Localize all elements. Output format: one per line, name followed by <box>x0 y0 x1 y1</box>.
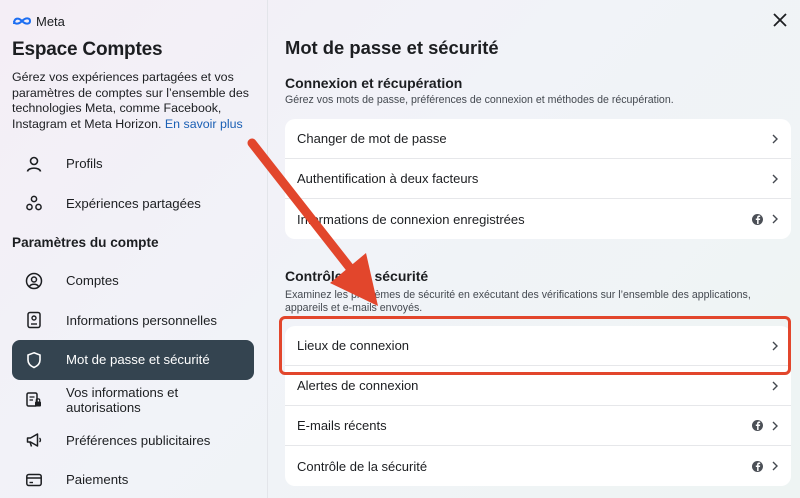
close-button[interactable] <box>772 12 788 28</box>
chevron-right-icon <box>772 381 778 390</box>
row-two-factor[interactable]: Authentification à deux facteurs <box>285 159 791 199</box>
row-label: Changer de mot de passe <box>297 131 447 146</box>
sidebar-item-shared-experiences[interactable]: Expériences partagées <box>12 184 254 224</box>
sidebar-description: Gérez vos expériences partagées et vos p… <box>12 70 260 132</box>
row-recent-emails[interactable]: E-mails récents <box>285 406 791 446</box>
credit-card-icon <box>24 470 44 490</box>
chevron-right-icon <box>772 421 778 430</box>
sidebar-item-password-security[interactable]: Mot de passe et sécurité <box>12 340 254 380</box>
sidebar-item-label: Profils <box>66 156 103 172</box>
row-change-password[interactable]: Changer de mot de passe <box>285 119 791 159</box>
sidebar-item-personal-info[interactable]: Informations personnelles <box>12 301 254 341</box>
learn-more-link[interactable]: En savoir plus <box>165 117 243 131</box>
chevron-right-icon <box>772 461 778 471</box>
sidebar-nav: Profils Expériences partagées Paramètres… <box>12 144 254 498</box>
megaphone-icon <box>24 430 44 450</box>
sidebar-item-your-info-permissions[interactable]: Vos informations et autorisations <box>12 380 254 421</box>
row-label: E-mails récents <box>297 418 387 433</box>
login-card: Changer de mot de passe Authentification… <box>285 119 791 239</box>
security-section-title: Contrôles de sécurité <box>285 268 429 284</box>
sidebar-item-label: Comptes <box>66 273 119 289</box>
sidebar-item-payments[interactable]: Paiements <box>12 460 254 498</box>
sidebar-item-label: Paiements <box>66 472 129 488</box>
login-section-title: Connexion et récupération <box>285 75 463 91</box>
shield-icon <box>24 350 44 370</box>
sidebar-item-label: Informations personnelles <box>66 312 218 328</box>
meta-logo-text: Meta <box>36 13 65 29</box>
meta-logo: Meta <box>12 12 267 30</box>
person-icon <box>24 154 44 174</box>
id-card-icon <box>24 310 44 330</box>
sidebar-item-profiles[interactable]: Profils <box>12 144 254 184</box>
account-circle-icon <box>24 271 44 291</box>
row-label: Alertes de connexion <box>297 378 419 393</box>
sidebar: Meta Espace Comptes Gérez vos expérience… <box>0 0 268 498</box>
row-saved-login[interactable]: Informations de connexion enregistrées <box>285 199 791 239</box>
page-title: Mot de passe et sécurité <box>285 37 499 58</box>
sidebar-item-label: Préférences publicitaires <box>66 432 211 448</box>
facebook-icon <box>752 213 763 225</box>
security-section-description: Examinez les problèmes de sécurité en ex… <box>285 289 751 314</box>
account-settings-heading: Paramètres du compte <box>12 234 159 250</box>
chevron-right-icon <box>772 134 778 143</box>
facebook-icon <box>752 460 763 472</box>
sidebar-item-ad-preferences[interactable]: Préférences publicitaires <box>12 421 254 461</box>
sidebar-item-accounts[interactable]: Comptes <box>12 261 254 301</box>
meta-infinity-icon <box>13 17 32 25</box>
sidebar-item-label: Vos informations et autorisations <box>66 385 179 415</box>
row-label: Informations de connexion enregistrées <box>297 211 525 227</box>
annotation-highlight-box <box>279 316 791 375</box>
sidebar-title: Espace Comptes <box>12 39 163 60</box>
chevron-right-icon <box>772 214 778 224</box>
chevron-right-icon <box>772 174 778 183</box>
facebook-icon <box>752 420 763 431</box>
row-label: Authentification à deux facteurs <box>297 171 479 186</box>
row-label: Contrôle de la sécurité <box>297 458 428 474</box>
info-lock-icon <box>24 390 44 410</box>
shared-experiences-icon <box>24 193 44 213</box>
login-section-description: Gérez vos mots de passe, préférences de … <box>285 94 674 106</box>
sidebar-item-label: Mot de passe et sécurité <box>66 352 210 368</box>
row-security-checkup[interactable]: Contrôle de la sécurité <box>285 446 791 486</box>
close-icon <box>773 13 787 27</box>
sidebar-item-label: Expériences partagées <box>66 195 201 211</box>
